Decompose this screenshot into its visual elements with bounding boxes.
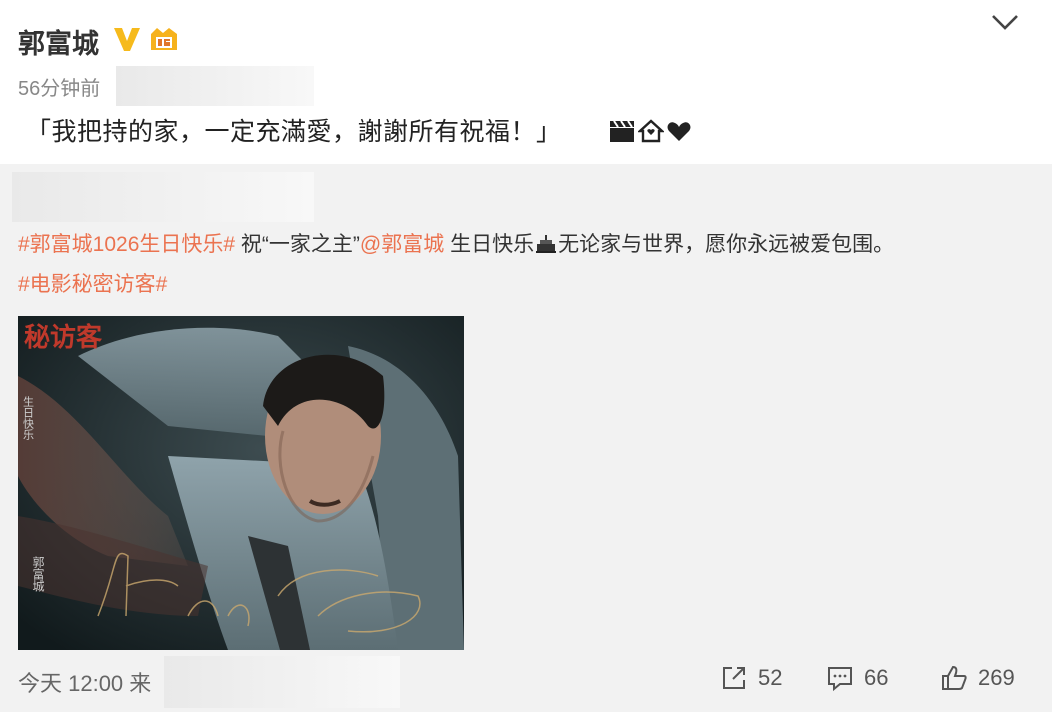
heart-icon	[667, 122, 691, 141]
like-count: 269	[978, 665, 1015, 690]
repost-text: #郭富城1026生日快乐# 祝“一家之主”@郭富城 生日快乐 无论家与世界，愿你永…	[18, 228, 894, 260]
comment-button[interactable]: 66	[826, 664, 888, 692]
topic-link-birthday[interactable]: #郭富城1026生日快乐#	[18, 233, 235, 256]
like-button[interactable]: 269	[940, 664, 1015, 692]
repost-text-part3: 无论家与世界，愿你永远被爱包围。	[558, 233, 895, 256]
share-icon	[723, 667, 745, 689]
thumbs-up-icon	[942, 665, 967, 690]
repost-time[interactable]: 今天 12:00 来	[18, 666, 151, 698]
svg-text:秘访客: 秘访客	[24, 322, 103, 353]
verified-v-icon	[112, 24, 142, 54]
repost-text-part1: 祝“一家之主”	[235, 233, 360, 256]
repost-topic-line: #电影秘密访客#	[18, 268, 167, 298]
post-time[interactable]: 56分钟前	[18, 72, 100, 101]
weibo-post: 郭富城 56分钟前 「我把持的家，一定充滿愛，謝謝所有祝福！」	[0, 0, 1052, 164]
house-icon	[638, 119, 664, 143]
comment-count: 66	[864, 665, 889, 690]
repost-count: 52	[758, 665, 783, 690]
repost-card: #郭富城1026生日快乐# 祝“一家之主”@郭富城 生日快乐 无论家与世界，愿你永…	[0, 164, 1052, 712]
blurred-reposter	[12, 172, 314, 222]
post-text: 「我把持的家，一定充滿愛，謝謝所有祝福！」	[26, 118, 562, 146]
post-image[interactable]: 秘访客 生日快乐 郭富城	[18, 316, 464, 650]
svg-text:生日快乐: 生日快乐	[22, 395, 35, 440]
chevron-down-icon[interactable]	[988, 10, 1022, 36]
post-emoji	[608, 116, 692, 146]
svg-text:郭富城: 郭富城	[31, 556, 45, 593]
topic-link-movie[interactable]: #电影秘密访客#	[18, 273, 167, 296]
clapperboard-icon	[610, 120, 634, 142]
blurred-source-footer	[164, 656, 400, 708]
cake-icon	[535, 232, 557, 260]
mention-link[interactable]: @郭富城	[360, 233, 444, 256]
comment-icon	[828, 667, 852, 692]
level-badge-icon	[148, 24, 180, 54]
repost-text-part2: 生日快乐	[444, 233, 535, 256]
user-name[interactable]: 郭富城	[18, 22, 99, 61]
repost-button[interactable]: 52	[720, 664, 782, 692]
blurred-source	[116, 66, 314, 106]
